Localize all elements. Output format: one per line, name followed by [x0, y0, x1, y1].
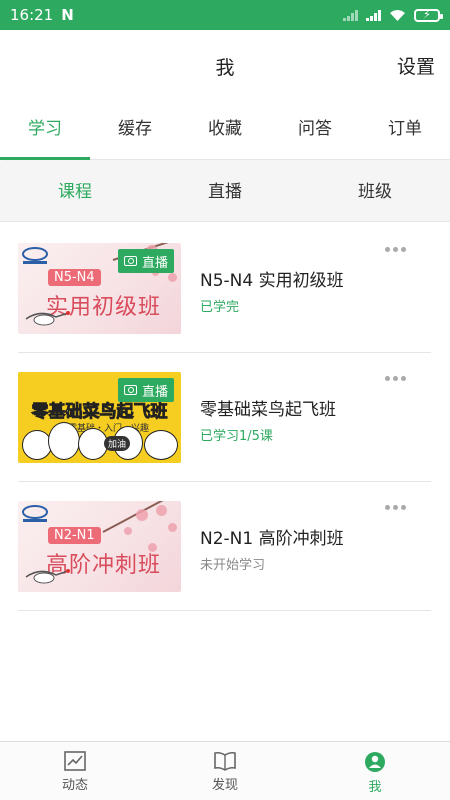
cartoon-face-icon: [48, 422, 80, 460]
cartoon-face-icon: [144, 430, 178, 460]
settings-button[interactable]: 设置: [397, 52, 435, 79]
course-name[interactable]: 零基础菜鸟起飞班: [200, 395, 336, 420]
nav-activity[interactable]: 动态: [0, 742, 150, 800]
course-thumbnail[interactable]: 零基础菜鸟起飞班 零基础・入门・兴趣 加油 直播: [18, 372, 181, 463]
course-status: 未开始学习: [200, 558, 266, 573]
course-status: 已学完: [200, 300, 240, 315]
tab-qa[interactable]: 问答: [270, 100, 360, 159]
header: 我 设置: [0, 30, 450, 100]
wifi-icon: [390, 9, 405, 21]
status-icons: ⚡: [343, 8, 443, 22]
course-item[interactable]: N2-N1 高阶冲刺班 N2-N1 高阶冲刺班 未开始学习: [18, 482, 431, 611]
main-tabs: 学习 缓存 收藏 问答 订单: [0, 100, 450, 160]
tab-favorites[interactable]: 收藏: [180, 100, 270, 159]
nav-discover[interactable]: 发现: [150, 742, 300, 800]
nav-label: 动态: [61, 778, 88, 793]
more-options-icon[interactable]: [385, 247, 406, 252]
camera-icon: [124, 385, 137, 395]
notification-n-icon: N: [61, 6, 74, 24]
signal-icon-sim1: [343, 9, 358, 21]
page-title: 我: [215, 57, 235, 79]
crane-illustration-icon: [25, 311, 70, 326]
signal-icon-sim2: [366, 9, 381, 21]
school-logo-icon: [22, 247, 48, 264]
tab-study[interactable]: 学习: [0, 100, 90, 160]
tab-orders[interactable]: 订单: [360, 100, 450, 159]
sub-tabs: 课程 直播 班级: [0, 162, 450, 222]
course-level-tag: N2-N1: [48, 527, 101, 544]
subtab-classes[interactable]: 班级: [300, 162, 450, 221]
subtab-courses[interactable]: 课程: [0, 162, 150, 221]
nav-label: 发现: [211, 778, 238, 793]
course-level-tag: N5-N4: [48, 269, 101, 286]
course-name[interactable]: N5-N4 实用初级班: [200, 266, 344, 291]
status-time: 16:21: [10, 6, 54, 24]
course-thumbnail[interactable]: N5-N4 实用初级班 直播: [18, 243, 181, 334]
course-thumbnail[interactable]: N2-N1 高阶冲刺班: [18, 501, 181, 592]
course-item[interactable]: 零基础菜鸟起飞班 零基础・入门・兴趣 加油 直播 零基础菜鸟起飞班 已学习1/5…: [18, 353, 431, 482]
crane-illustration-icon: [25, 569, 70, 584]
camera-icon: [124, 256, 137, 266]
more-options-icon[interactable]: [385, 376, 406, 381]
school-logo-icon: [22, 505, 48, 522]
course-name[interactable]: N2-N1 高阶冲刺班: [200, 524, 344, 549]
chart-line-icon: [64, 751, 86, 771]
course-item[interactable]: N5-N4 实用初级班 直播 N5-N4 实用初级班 已学完: [18, 224, 431, 353]
status-bar: 16:21 N ⚡: [0, 0, 450, 30]
user-icon: [365, 752, 385, 772]
live-badge: 直播: [118, 249, 175, 273]
book-icon: [214, 751, 236, 771]
bottom-navigation: 动态 发现 我: [0, 741, 450, 800]
tab-cache[interactable]: 缓存: [90, 100, 180, 159]
nav-label: 我: [368, 780, 382, 795]
course-status: 已学习1/5课: [200, 429, 273, 444]
battery-icon: ⚡: [414, 8, 443, 22]
live-badge: 直播: [118, 378, 175, 402]
subtab-live[interactable]: 直播: [150, 162, 300, 221]
more-options-icon[interactable]: [385, 505, 406, 510]
thumbnail-badge: 加油: [104, 436, 131, 451]
nav-me[interactable]: 我: [300, 742, 450, 800]
